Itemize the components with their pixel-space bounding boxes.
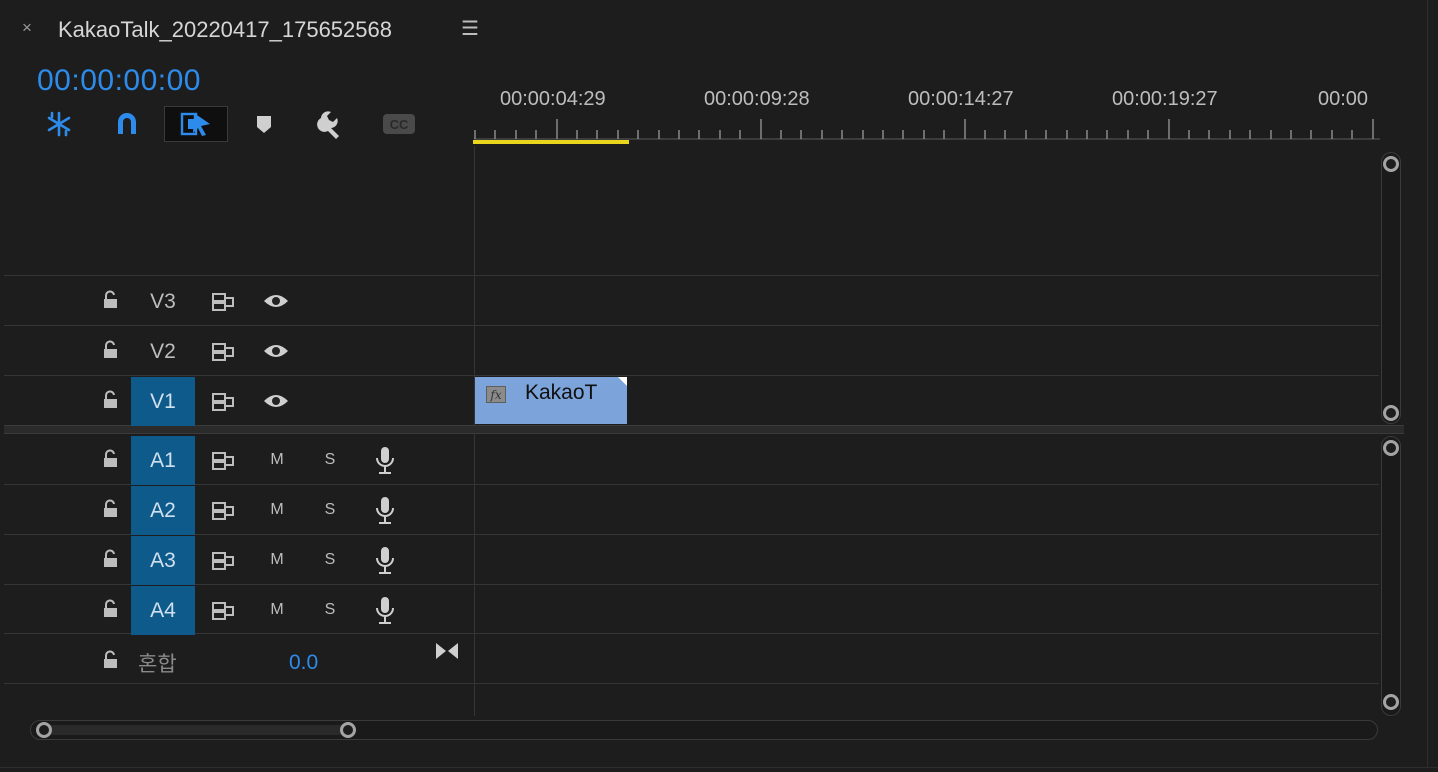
track-header-a3: A3 M S xyxy=(4,536,474,585)
settings-wrench-icon[interactable] xyxy=(308,106,354,142)
track-header-v3: V3 xyxy=(4,277,474,326)
sync-lock-icon[interactable] xyxy=(211,292,237,317)
panel-right-edge xyxy=(1427,0,1428,768)
sync-lock-icon[interactable] xyxy=(211,551,237,576)
panel-bottom-edge xyxy=(0,767,1438,768)
solo-button[interactable]: S xyxy=(322,601,338,619)
solo-button[interactable]: S xyxy=(322,501,338,519)
fx-badge-icon: fx xyxy=(486,386,506,403)
clip-name: KakaoT xyxy=(525,381,598,404)
eye-icon[interactable] xyxy=(262,292,290,315)
linked-selection-icon[interactable] xyxy=(164,106,228,142)
nest-icon[interactable] xyxy=(36,106,82,142)
sync-lock-icon[interactable] xyxy=(211,392,237,417)
lock-icon[interactable] xyxy=(102,599,120,624)
scroll-handle-top[interactable] xyxy=(1383,440,1399,456)
lock-icon[interactable] xyxy=(102,549,120,574)
mute-button[interactable]: M xyxy=(267,501,287,519)
track-name-a2[interactable]: A2 xyxy=(131,486,195,535)
video-vertical-scrollbar[interactable] xyxy=(1381,152,1401,424)
microphone-icon[interactable] xyxy=(374,496,396,531)
sync-lock-icon[interactable] xyxy=(211,451,237,476)
lock-icon[interactable] xyxy=(102,650,120,675)
microphone-icon[interactable] xyxy=(374,546,396,581)
track-name-v1[interactable]: V1 xyxy=(131,377,195,426)
row-divider xyxy=(4,683,1379,684)
mix-volume-value[interactable]: 0.0 xyxy=(289,651,318,675)
ruler-label: 00:00:09:28 xyxy=(704,88,810,110)
panel-menu-icon[interactable]: ☰ xyxy=(461,16,479,41)
eye-icon[interactable] xyxy=(262,342,290,365)
ruler-label: 00:00:14:27 xyxy=(908,88,1014,110)
clip-end-marker xyxy=(618,377,627,386)
solo-button[interactable]: S xyxy=(322,551,338,569)
track-name-a4[interactable]: A4 xyxy=(131,586,195,635)
mute-button[interactable]: M xyxy=(267,551,287,569)
solo-button[interactable]: S xyxy=(322,451,338,469)
track-header-a4: A4 M S xyxy=(4,586,474,635)
playhead-timecode[interactable]: 00:00:00:00 xyxy=(37,64,201,98)
audio-vertical-scrollbar[interactable] xyxy=(1381,436,1401,716)
sequence-tab-title[interactable]: KakaoTalk_20220417_175652568 xyxy=(58,17,392,43)
scroll-thumb[interactable] xyxy=(44,725,350,735)
add-marker-icon[interactable] xyxy=(241,106,287,142)
scroll-handle-top[interactable] xyxy=(1383,156,1399,172)
time-ruler[interactable] xyxy=(474,114,1380,142)
work-area-bar[interactable] xyxy=(473,140,629,144)
captions-icon[interactable]: CC xyxy=(376,106,422,142)
ruler-label: 00:00:04:29 xyxy=(500,88,606,110)
zoom-handle-right[interactable] xyxy=(340,722,356,738)
track-name-v3[interactable]: V3 xyxy=(131,277,195,326)
sync-lock-icon[interactable] xyxy=(211,601,237,626)
microphone-icon[interactable] xyxy=(374,596,396,631)
track-header-a2: A2 M S xyxy=(4,486,474,535)
track-name-a3[interactable]: A3 xyxy=(131,536,195,585)
track-header-v2: V2 xyxy=(4,327,474,376)
track-name-v2[interactable]: V2 xyxy=(131,327,195,376)
snap-magnet-icon[interactable] xyxy=(104,106,150,142)
video-clip[interactable]: fx KakaoT xyxy=(475,377,627,424)
track-header-a1: A1 M S xyxy=(4,436,474,485)
scroll-handle-bottom[interactable] xyxy=(1383,694,1399,710)
zoom-handle-left[interactable] xyxy=(36,722,52,738)
close-tab-button[interactable]: × xyxy=(22,18,32,38)
sync-lock-icon[interactable] xyxy=(211,501,237,526)
mute-button[interactable]: M xyxy=(267,451,287,469)
ruler-label: 00:00 xyxy=(1318,88,1369,110)
eye-icon[interactable] xyxy=(262,392,290,415)
lock-icon[interactable] xyxy=(102,449,120,474)
sync-lock-icon[interactable] xyxy=(211,342,237,367)
ruler-label: 00:00:19:27 xyxy=(1112,88,1218,110)
lock-icon[interactable] xyxy=(102,390,120,415)
captions-label: CC xyxy=(390,117,409,132)
video-audio-separator[interactable] xyxy=(4,425,1404,434)
microphone-icon[interactable] xyxy=(374,446,396,481)
lock-icon[interactable] xyxy=(102,340,120,365)
bowtie-icon[interactable] xyxy=(434,641,460,666)
mix-track-label: 혼합 xyxy=(138,653,177,676)
scroll-handle-bottom[interactable] xyxy=(1383,405,1399,421)
lock-icon[interactable] xyxy=(102,290,120,315)
track-header-v1: V1 xyxy=(4,377,474,426)
lock-icon[interactable] xyxy=(102,499,120,524)
mute-button[interactable]: M xyxy=(267,601,287,619)
track-name-a1[interactable]: A1 xyxy=(131,436,195,485)
row-divider xyxy=(4,275,1379,276)
